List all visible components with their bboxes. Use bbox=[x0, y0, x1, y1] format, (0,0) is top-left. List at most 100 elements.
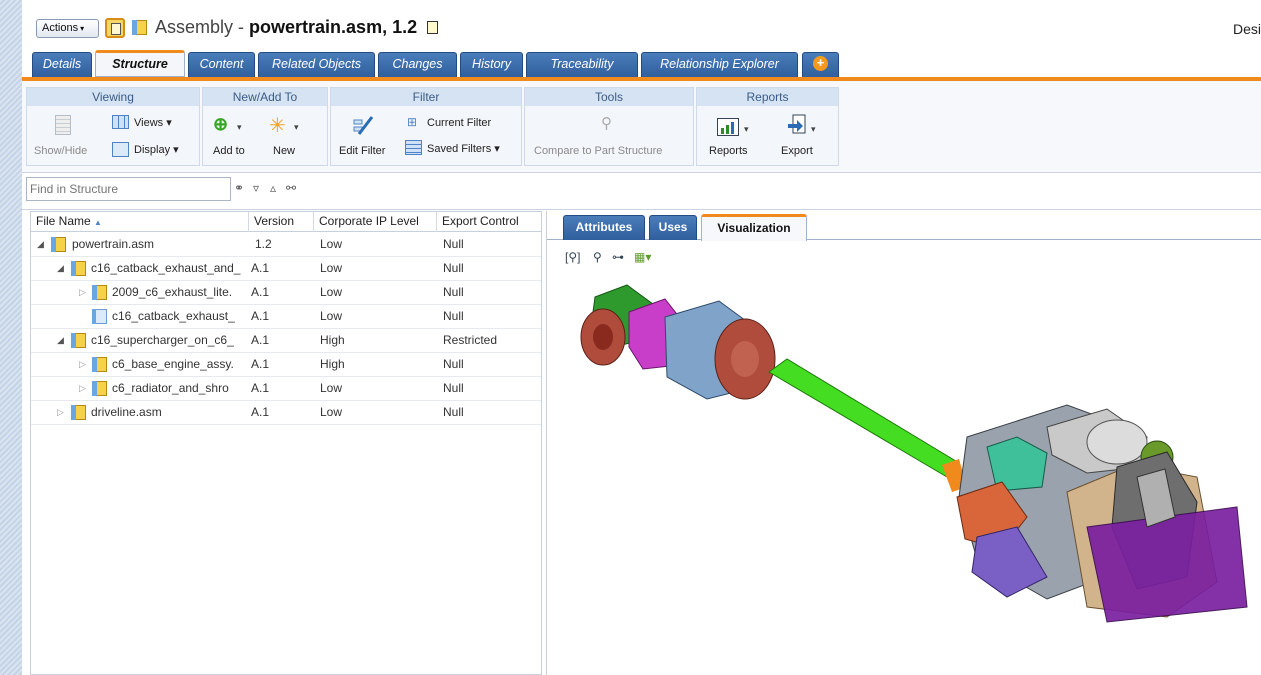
column-corporate-ip-level[interactable]: Corporate IP Level bbox=[314, 212, 437, 232]
reports-button[interactable]: Reports bbox=[709, 145, 748, 157]
tab-relationship-explorer[interactable]: Relationship Explorer bbox=[641, 52, 798, 77]
expand-icon[interactable]: ▷ bbox=[79, 359, 86, 370]
table-row[interactable]: ▷ c6_radiator_and_shro A.1 Low Null bbox=[31, 377, 541, 401]
ip-level-cell: High bbox=[320, 333, 345, 347]
detail-tabs: Attributes Uses Visualization bbox=[547, 211, 1261, 241]
part-icon bbox=[92, 309, 107, 324]
tab-structure[interactable]: Structure bbox=[95, 50, 185, 77]
assembly-icon bbox=[92, 381, 107, 396]
find-in-structure-input[interactable] bbox=[26, 177, 231, 201]
views-button[interactable]: Views ▾ bbox=[134, 116, 172, 129]
title-prefix: Assembly - bbox=[155, 17, 250, 37]
table-row[interactable]: ◢ c16_supercharger_on_c6_ A.1 High Restr… bbox=[31, 329, 541, 353]
assembly-icon bbox=[71, 261, 86, 276]
compare-icon: ⚲ bbox=[601, 115, 612, 132]
column-export-control[interactable]: Export Control bbox=[437, 212, 543, 232]
collapse-icon[interactable]: ◢ bbox=[37, 239, 44, 250]
representation-icon[interactable]: ▦▾ bbox=[634, 250, 651, 264]
ip-level-cell: Low bbox=[320, 261, 343, 275]
find-next-icon[interactable]: ▿ bbox=[253, 181, 259, 195]
assembly-icon bbox=[51, 237, 66, 252]
table-row[interactable]: ◢ c16_catback_exhaust_and_ A.1 Low Null bbox=[31, 257, 541, 281]
expand-icon[interactable]: ▷ bbox=[57, 407, 64, 418]
edit-filter-button[interactable]: Edit Filter bbox=[339, 145, 385, 157]
assembly-icon bbox=[92, 357, 107, 372]
tab-related-objects[interactable]: Related Objects bbox=[258, 52, 375, 77]
filter-group: Filter Edit Filter ⊞ Current Filter Save… bbox=[330, 87, 522, 166]
tree-header: File Name ▲ Version Corporate IP Level E… bbox=[31, 212, 541, 232]
display-button[interactable]: Display ▾ bbox=[134, 143, 179, 156]
add-tab-button[interactable]: + bbox=[802, 52, 839, 77]
find-previous-icon[interactable]: ▵ bbox=[270, 181, 276, 195]
new-button[interactable]: New bbox=[273, 145, 295, 157]
reports-group: Reports ▾ Reports ▾ Export bbox=[696, 87, 839, 166]
table-row[interactable]: ▷ driveline.asm A.1 Low Null bbox=[31, 401, 541, 425]
ip-level-cell: Low bbox=[320, 381, 343, 395]
viewing-group: Viewing Show/Hide Views ▾ Display ▾ bbox=[26, 87, 200, 166]
show-hide-button[interactable]: Show/Hide bbox=[34, 145, 87, 157]
table-row[interactable]: ▷ 2009_c6_exhaust_lite. A.1 Low Null bbox=[31, 281, 541, 305]
structure-tree: File Name ▲ Version Corporate IP Level E… bbox=[30, 211, 542, 675]
new-add-group-title: New/Add To bbox=[203, 88, 327, 106]
expand-icon[interactable]: ▷ bbox=[79, 287, 86, 298]
export-control-cell: Null bbox=[443, 357, 464, 371]
assembly-icon bbox=[92, 285, 107, 300]
export-control-cell: Null bbox=[443, 261, 464, 275]
object-tabs: Details Structure Content Related Object… bbox=[32, 50, 1261, 77]
table-row[interactable]: ◢ powertrain.asm 1.2 Low Null bbox=[31, 233, 541, 257]
version-cell: A.1 bbox=[251, 333, 270, 347]
column-file-name[interactable]: File Name ▲ bbox=[31, 212, 249, 232]
expand-icon[interactable]: ▷ bbox=[79, 383, 86, 394]
assembly-3d-view[interactable] bbox=[547, 277, 1259, 675]
compare-to-part-structure-button[interactable]: Compare to Part Structure bbox=[534, 145, 662, 157]
new-caret-icon[interactable]: ▾ bbox=[294, 122, 299, 133]
file-name-cell: c6_radiator_and_shro bbox=[112, 381, 229, 395]
display-icon bbox=[112, 142, 129, 157]
find-all-icon[interactable]: ⚯ bbox=[286, 181, 296, 195]
assembly-icon bbox=[71, 405, 86, 420]
collapse-icon[interactable]: ◢ bbox=[57, 335, 64, 346]
document-icon[interactable] bbox=[105, 18, 125, 38]
add-to-button[interactable]: Add to bbox=[213, 145, 245, 157]
tab-content[interactable]: Content bbox=[188, 52, 255, 77]
export-caret-icon[interactable]: ▾ bbox=[811, 124, 816, 135]
zoom-window-icon[interactable]: ⚲ bbox=[593, 250, 602, 264]
tab-traceability[interactable]: Traceability bbox=[526, 52, 638, 77]
ip-level-cell: Low bbox=[320, 309, 343, 323]
tab-uses[interactable]: Uses bbox=[649, 215, 697, 240]
zoom-fit-icon[interactable]: [⚲] bbox=[565, 250, 580, 264]
filter-group-title: Filter bbox=[331, 88, 521, 106]
views-label: Views bbox=[134, 117, 164, 129]
export-control-cell: Null bbox=[443, 405, 464, 419]
file-name-cell: 2009_c6_exhaust_lite. bbox=[112, 285, 233, 299]
add-to-caret-icon[interactable]: ▾ bbox=[237, 122, 242, 133]
tab-visualization[interactable]: Visualization bbox=[701, 214, 807, 241]
structure-graph-icon[interactable]: ⊶ bbox=[612, 250, 624, 264]
saved-filters-label: Saved Filters bbox=[427, 143, 492, 155]
tab-details[interactable]: Details bbox=[32, 52, 92, 77]
detail-pane: Attributes Uses Visualization [⚲] ⚲ ⊶ ▦▾ bbox=[546, 211, 1261, 675]
table-row[interactable]: ▷ c6_base_engine_assy. A.1 High Null bbox=[31, 353, 541, 377]
version-cell: A.1 bbox=[251, 285, 270, 299]
ip-level-cell: Low bbox=[320, 237, 343, 251]
table-row[interactable]: c16_catback_exhaust_ A.1 Low Null bbox=[31, 305, 541, 329]
binoculars-icon[interactable]: ⚭ bbox=[234, 181, 244, 195]
tab-attributes[interactable]: Attributes bbox=[563, 215, 645, 240]
column-version[interactable]: Version bbox=[249, 212, 314, 232]
file-name-cell: c16_supercharger_on_c6_ bbox=[91, 333, 234, 347]
reports-caret-icon[interactable]: ▾ bbox=[744, 124, 749, 135]
tools-group: Tools ⚲ Compare to Part Structure bbox=[524, 87, 694, 166]
tab-changes[interactable]: Changes bbox=[378, 52, 457, 77]
sort-ascending-icon: ▲ bbox=[94, 218, 102, 227]
collapse-icon[interactable]: ◢ bbox=[57, 263, 64, 274]
page-title: Assembly - powertrain.asm, 1.2 bbox=[155, 17, 439, 38]
version-cell: A.1 bbox=[251, 261, 270, 275]
current-filter-button[interactable]: Current Filter bbox=[427, 117, 491, 129]
actions-button[interactable]: Actions ▾ bbox=[36, 19, 99, 38]
tab-history[interactable]: History bbox=[460, 52, 523, 77]
saved-filters-button[interactable]: Saved Filters ▾ bbox=[427, 142, 500, 155]
status-icon bbox=[427, 21, 439, 34]
add-to-icon: ⊕ bbox=[213, 114, 229, 134]
export-button[interactable]: Export bbox=[781, 145, 813, 157]
dropdown-caret-icon: ▾ bbox=[80, 24, 85, 33]
